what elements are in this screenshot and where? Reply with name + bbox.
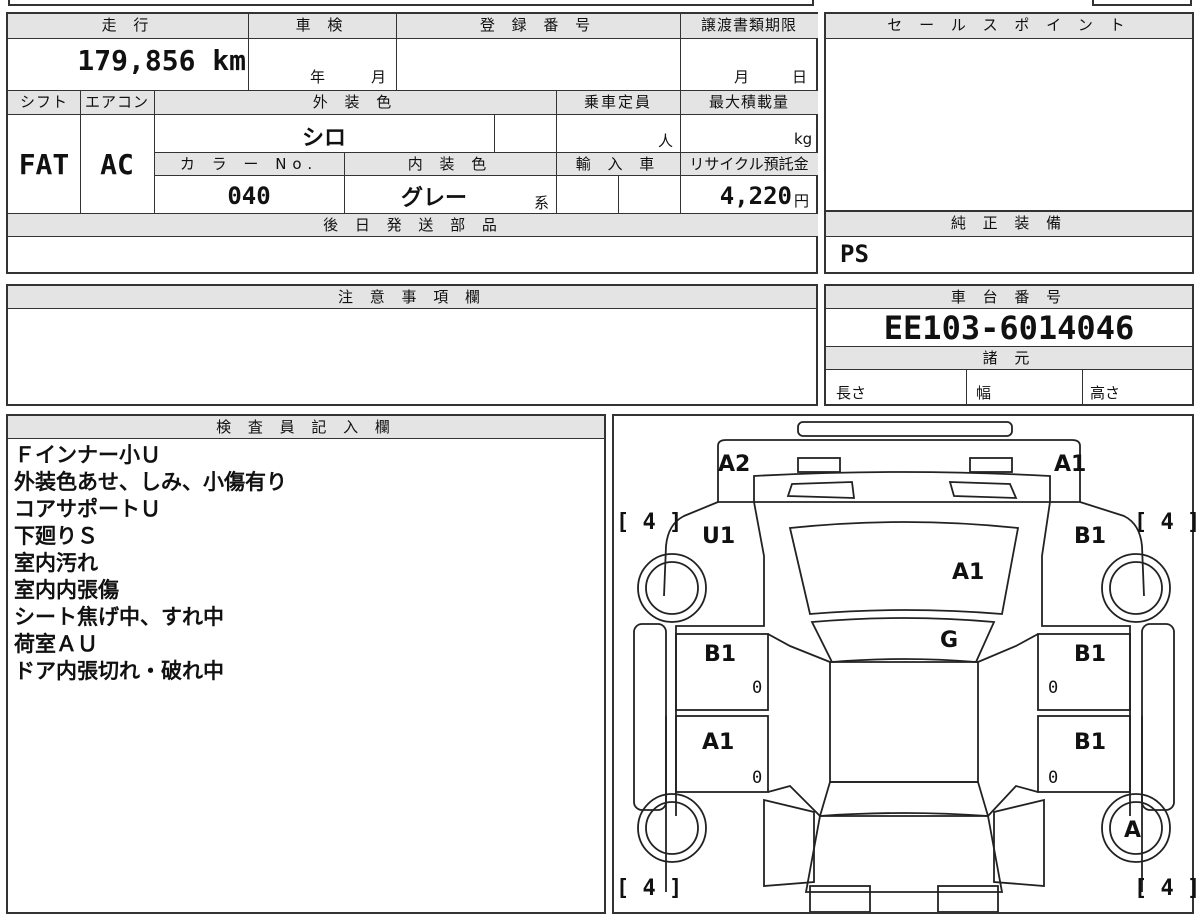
- inspector-note: ドア内張切れ・破れ中: [14, 659, 224, 683]
- damage-label-windshield: G: [940, 628, 959, 653]
- inspector-note: 室内汚れ: [14, 551, 98, 575]
- max-load-header: 最大積載量: [680, 91, 818, 114]
- aircon-value: AC: [100, 148, 134, 181]
- recycle-unit: 円: [794, 192, 810, 210]
- height-label: 高さ: [1090, 384, 1121, 402]
- sales-point-header: セ ー ル ス ポ イ ン ト: [826, 14, 1192, 38]
- damage-label-front-door-right: B1: [1074, 642, 1107, 667]
- spec-header: 諸 元: [826, 347, 1192, 369]
- damage-label-front-door-left: B1: [704, 642, 737, 667]
- damage-label-front-left: A2: [718, 452, 751, 477]
- inspector-panel: 検 査 員 記 入 欄 Ｆインナー小Ｕ 外装色あせ、しみ、小傷有り コアサポート…: [6, 414, 606, 914]
- capacity-header: 乗車定員: [556, 91, 680, 114]
- exterior-color-header: 外 装 色: [154, 91, 556, 114]
- tire-mark-front-left: [ 4 ]: [616, 510, 683, 535]
- inspector-note: 外装色あせ、しみ、小傷有り: [14, 470, 287, 494]
- color-no-header: カ ラ ー No.: [154, 153, 344, 175]
- color-no-value: 040: [227, 182, 271, 210]
- exterior-color-value: シロ: [301, 126, 346, 151]
- width-label: 幅: [976, 384, 992, 402]
- genuine-equipment-panel: 純 正 装 備 PS: [824, 212, 1194, 274]
- registration-header: 登 録 番 号: [396, 14, 680, 38]
- car-diagram-panel: A2 A1 U1 B1 A1 G B1 B1 A1 B1 A 0 0 0 0 […: [612, 414, 1200, 914]
- damage-label-front-right: A1: [1054, 452, 1087, 477]
- inspector-note: コアサポートＵ: [14, 497, 161, 521]
- inspector-note: 下廻りＳ: [14, 524, 98, 548]
- inspector-note: Ｆインナー小Ｕ: [14, 443, 161, 467]
- damage-label-hood: A1: [952, 560, 985, 585]
- genuine-equipment-value: PS: [840, 240, 869, 268]
- top-strip-right: [1092, 0, 1192, 6]
- recycle-value: 4,220: [719, 182, 792, 210]
- tire-mark-rear-right: [ 4 ]: [1134, 876, 1200, 901]
- tire-mark-front-right: [ 4 ]: [1134, 510, 1200, 535]
- import-header: 輸 入 車: [556, 153, 680, 175]
- transfer-day-unit: 日: [792, 68, 808, 86]
- inspector-notes: Ｆインナー小Ｕ 外装色あせ、しみ、小傷有り コアサポートＵ 下廻りＳ 室内汚れ …: [14, 442, 287, 685]
- mileage-header: 走 行: [8, 14, 248, 38]
- shaken-header: 車 検: [248, 14, 396, 38]
- shaken-year-unit: 年: [310, 68, 326, 86]
- top-strip: [8, 0, 814, 6]
- later-parts-header: 後 日 発 送 部 品: [8, 214, 818, 236]
- length-label: 長さ: [836, 384, 867, 402]
- inspector-note: 荷室ＡＵ: [14, 632, 98, 656]
- caution-header: 注 意 事 項 欄: [8, 286, 816, 308]
- damage-label-fender-right: B1: [1074, 524, 1107, 549]
- damage-label-rear-door-left: A1: [702, 730, 735, 755]
- max-load-unit: kg: [794, 130, 813, 148]
- shaken-month-unit: 月: [371, 68, 387, 86]
- damage-label-rear-wheel-right: A: [1124, 818, 1142, 843]
- caution-panel: 注 意 事 項 欄: [6, 284, 818, 406]
- sales-point-panel: セ ー ル ス ポ イ ン ト: [824, 12, 1194, 212]
- chassis-panel: 車 台 番 号 EE103-6014046 諸 元 長さ 幅 高さ: [824, 284, 1194, 406]
- damage-label-fender-left: U1: [702, 524, 736, 549]
- inspector-note: 室内内張傷: [14, 578, 119, 602]
- door-zero-mark: 0: [752, 768, 763, 788]
- mileage-value: 179,856 km: [77, 44, 246, 77]
- transfer-month-unit: 月: [734, 68, 750, 86]
- interior-color-header: 内 装 色: [344, 153, 556, 175]
- shift-header: シフト: [8, 91, 80, 114]
- tire-mark-rear-left: [ 4 ]: [616, 876, 683, 901]
- door-zero-mark: 0: [1048, 768, 1059, 788]
- inspector-header: 検 査 員 記 入 欄: [8, 416, 604, 438]
- door-zero-mark: 0: [1048, 678, 1059, 698]
- chassis-number: EE103-6014046: [883, 309, 1135, 347]
- interior-color-value: グレー: [400, 186, 467, 211]
- chassis-header: 車 台 番 号: [826, 286, 1192, 308]
- recycle-header: リサイクル預託金: [680, 153, 818, 175]
- inspector-note: シート焦げ中、すれ中: [14, 605, 224, 629]
- capacity-unit: 人: [658, 132, 674, 150]
- interior-color-suffix: 系: [534, 194, 550, 212]
- genuine-equipment-header: 純 正 装 備: [826, 212, 1192, 236]
- shift-value: FAT: [18, 148, 70, 181]
- damage-label-rear-door-right: B1: [1074, 730, 1107, 755]
- door-zero-mark: 0: [752, 678, 763, 698]
- transfer-deadline-header: 譲渡書類期限: [680, 14, 818, 38]
- aircon-header: エアコン: [80, 91, 154, 114]
- vehicle-info-table: 走 行 車 検 登 録 番 号 譲渡書類期限 179,856 km 年 月 月 …: [6, 12, 818, 274]
